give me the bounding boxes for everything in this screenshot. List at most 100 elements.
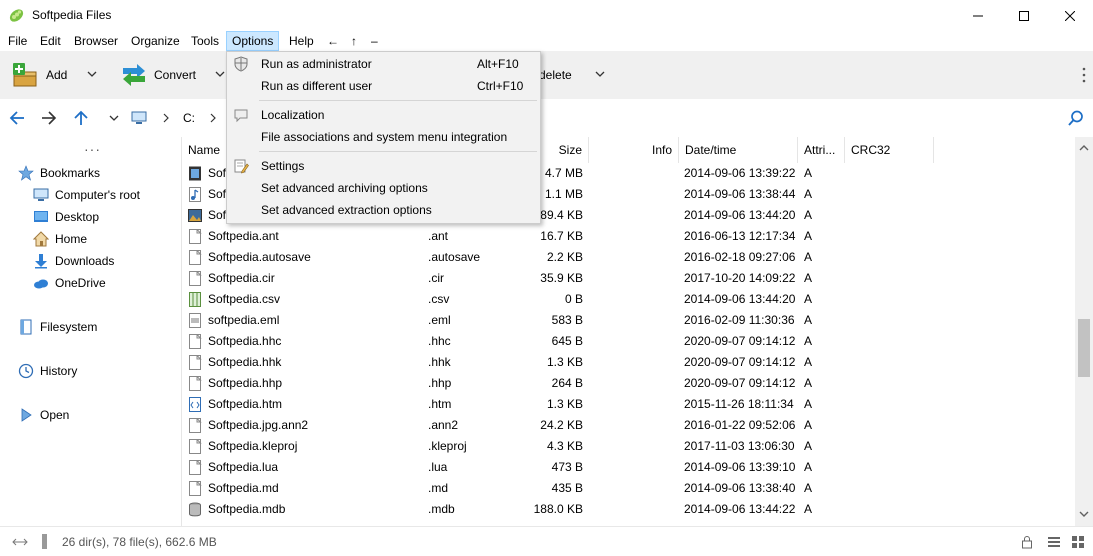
sidebar-item-onedrive[interactable]: OneDrive bbox=[33, 273, 106, 293]
maximize-button[interactable] bbox=[1001, 0, 1047, 31]
up-arrow-icon[interactable] bbox=[72, 109, 90, 127]
table-row[interactable]: Softpedia.hhc .hhc 645 B 2020-09-07 09:14:1… bbox=[182, 331, 1075, 352]
desktop-icon bbox=[34, 211, 48, 222]
column-header-info[interactable]: Info bbox=[589, 137, 679, 163]
sidebar-item-open[interactable]: Open bbox=[18, 405, 69, 425]
menu-minimize-dash[interactable]: – bbox=[366, 31, 383, 51]
menu-organize[interactable]: Organize bbox=[126, 31, 185, 51]
file-name: Softpedia.hhc bbox=[208, 334, 282, 348]
options-menu: Run as administrator Alt+F10 Run as diff… bbox=[226, 51, 541, 224]
minimize-button[interactable] bbox=[955, 0, 1001, 31]
sidebar-item-label: History bbox=[40, 364, 78, 378]
delete-dropdown-chevron-icon[interactable] bbox=[594, 68, 606, 80]
shield-icon bbox=[234, 56, 248, 72]
table-row[interactable]: Softpedia.autosave .autosave 2.2 KB 2016-02… bbox=[182, 247, 1075, 268]
sidebar-item-history[interactable]: History bbox=[18, 361, 77, 381]
file-type: .ant bbox=[428, 229, 449, 243]
close-button[interactable] bbox=[1047, 0, 1093, 31]
toolbar-more-icon[interactable] bbox=[1081, 65, 1087, 85]
file-size: 2.2 KB bbox=[546, 250, 583, 264]
sidebar-item-bookmarks[interactable]: Bookmarks bbox=[18, 163, 100, 183]
table-row[interactable]: Softpedia.md .md 435 B 2014-09-06 13:38:40 A bbox=[182, 478, 1075, 499]
menu-browser[interactable]: Browser bbox=[69, 31, 123, 51]
menu-tools[interactable]: Tools bbox=[186, 31, 224, 51]
menu-help[interactable]: Help bbox=[284, 31, 319, 51]
table-row[interactable]: softpedia.eml .eml 583 B 2016-02-09 11:30:3… bbox=[182, 310, 1075, 331]
add-dropdown-chevron-icon[interactable] bbox=[86, 68, 98, 80]
forward-arrow-icon[interactable] bbox=[40, 109, 58, 127]
file-icon bbox=[189, 250, 202, 265]
back-arrow-icon[interactable] bbox=[8, 109, 26, 127]
sidebar-more[interactable]: ··· bbox=[84, 141, 101, 157]
menu-separator bbox=[259, 100, 537, 101]
sidebar-item-home[interactable]: Home bbox=[33, 229, 87, 249]
column-header-attributes[interactable]: Attri... bbox=[798, 137, 845, 163]
vertical-scrollbar[interactable] bbox=[1075, 137, 1093, 526]
menu-run-as-different-user[interactable]: Run as different user Ctrl+F10 bbox=[227, 75, 540, 97]
add-button[interactable]: Add bbox=[10, 58, 67, 92]
lock-icon[interactable] bbox=[1021, 535, 1033, 549]
table-row[interactable]: Softpedia.cir .cir 35.9 KB 2017-10-20 14:09… bbox=[182, 268, 1075, 289]
file-size: 4.3 KB bbox=[546, 439, 583, 453]
file-type: .lua bbox=[428, 460, 448, 474]
scroll-down-icon[interactable] bbox=[1079, 510, 1089, 518]
file-name: Softpedia.csv bbox=[208, 292, 281, 306]
convert-button[interactable]: Convert bbox=[119, 58, 196, 92]
menu-file[interactable]: File bbox=[3, 31, 32, 51]
menu-localization[interactable]: Localization bbox=[227, 104, 540, 126]
column-header-crc32[interactable]: CRC32 bbox=[845, 137, 934, 163]
column-header-datetime[interactable]: Date/time bbox=[679, 137, 798, 163]
database-icon bbox=[189, 502, 201, 517]
download-arrow-icon bbox=[35, 254, 47, 269]
file-type: .hhp bbox=[428, 376, 452, 390]
table-row[interactable]: Softpedia.htm .htm 1.3 KB 2015-11-26 18:11:… bbox=[182, 394, 1075, 415]
file-size: 0 B bbox=[564, 292, 583, 306]
file-datetime: 2016-02-09 11:30:36 bbox=[684, 313, 795, 327]
sidebar-item-downloads[interactable]: Downloads bbox=[33, 251, 114, 271]
file-attributes: A bbox=[804, 481, 813, 495]
film-icon bbox=[189, 166, 201, 181]
file-attributes: A bbox=[804, 334, 813, 348]
menu-run-as-administrator[interactable]: Run as administrator Alt+F10 bbox=[227, 53, 540, 75]
details-view-icon[interactable] bbox=[1071, 535, 1085, 549]
scrollbar-thumb[interactable] bbox=[1078, 319, 1090, 377]
sidebar-item-desktop[interactable]: Desktop bbox=[33, 207, 99, 227]
convert-arrows-icon bbox=[123, 64, 145, 86]
sidebar-item-computers-root[interactable]: Computer's root bbox=[33, 185, 140, 205]
breadcrumb-drive[interactable]: C: bbox=[183, 111, 195, 125]
computer-icon[interactable] bbox=[130, 109, 148, 127]
table-row[interactable]: Softpedia.csv .csv 0 B 2014-09-06 13:44:20 A bbox=[182, 289, 1075, 310]
search-icon[interactable] bbox=[1067, 109, 1085, 127]
menu-back-arrow[interactable]: ← bbox=[322, 31, 344, 51]
resize-arrows-icon[interactable] bbox=[12, 535, 28, 549]
table-row[interactable]: Softpedia.hhp .hhp 264 B 2020-09-07 09:14:1… bbox=[182, 373, 1075, 394]
sidebar-item-filesystem[interactable]: Filesystem bbox=[18, 317, 97, 337]
file-icon bbox=[189, 271, 202, 286]
menu-options[interactable]: Options bbox=[226, 31, 280, 51]
menu-up-arrow[interactable]: ↑ bbox=[346, 31, 362, 51]
breadcrumb-separator-icon[interactable] bbox=[157, 109, 175, 127]
menu-file-associations[interactable]: File associations and system menu integr… bbox=[227, 126, 540, 148]
file-icon bbox=[189, 481, 202, 496]
menu-advanced-extraction[interactable]: Set advanced extraction options bbox=[227, 199, 540, 221]
convert-dropdown-chevron-icon[interactable] bbox=[214, 68, 226, 80]
table-row[interactable]: Softpedia.mdb .mdb 188.0 KB 2014-09-06 13:4… bbox=[182, 499, 1075, 520]
menu-edit[interactable]: Edit bbox=[35, 31, 66, 51]
sidebar-item-label: OneDrive bbox=[55, 276, 106, 290]
table-row[interactable]: Softpedia.kleproj .kleproj 4.3 KB 2017-11-0… bbox=[182, 436, 1075, 457]
table-row[interactable]: Softpedia.lua .lua 473 B 2014-09-06 13:39:1… bbox=[182, 457, 1075, 478]
breadcrumb-separator-icon-2[interactable] bbox=[204, 109, 222, 127]
file-datetime: 2020-09-07 09:14:12 bbox=[684, 376, 796, 390]
scroll-up-icon[interactable] bbox=[1079, 144, 1089, 152]
spreadsheet-icon bbox=[189, 292, 201, 307]
list-view-icon[interactable] bbox=[1047, 535, 1061, 549]
file-icon bbox=[189, 460, 202, 475]
file-datetime: 2014-09-06 13:39:22 bbox=[684, 166, 796, 180]
table-row[interactable]: Softpedia.jpg.ann2 .ann2 24.2 KB 2016-01-22… bbox=[182, 415, 1075, 436]
history-dropdown-chevron-icon[interactable] bbox=[105, 109, 123, 127]
menu-settings[interactable]: Settings bbox=[227, 155, 540, 177]
menu-advanced-archiving[interactable]: Set advanced archiving options bbox=[227, 177, 540, 199]
secure-delete-button[interactable]: delete bbox=[539, 58, 572, 92]
table-row[interactable]: Softpedia.hhk .hhk 1.3 KB 2020-09-07 09:14:… bbox=[182, 352, 1075, 373]
table-row[interactable]: Softpedia.ant .ant 16.7 KB 2016-06-13 12:17… bbox=[182, 226, 1075, 247]
